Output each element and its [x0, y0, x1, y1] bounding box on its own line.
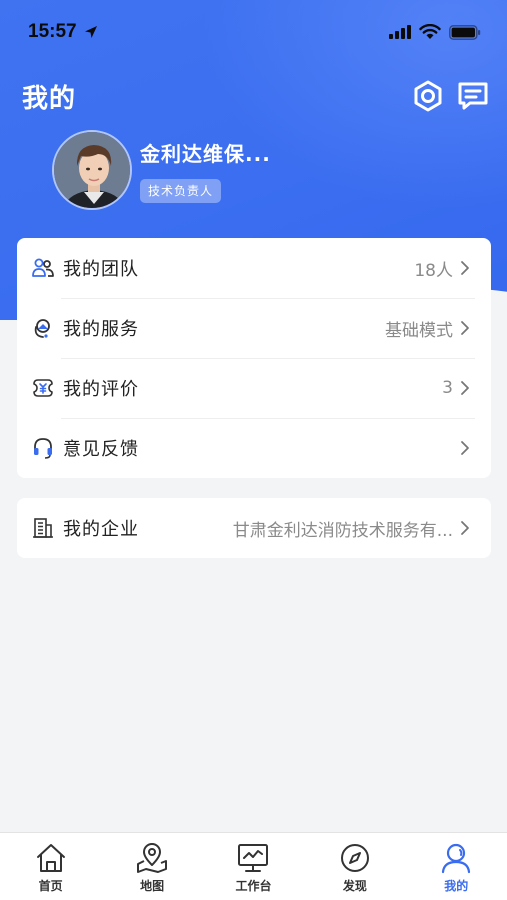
- compass-icon: [340, 844, 369, 872]
- company-name: 甘肃金利达消防技术服务有...: [232, 520, 453, 541]
- chevron-right-icon: [461, 381, 469, 395]
- menu-item-right: [453, 440, 471, 456]
- service-icon: [34, 319, 50, 338]
- tab-map[interactable]: 地图: [112, 841, 192, 894]
- service-mode: 基础模式: [385, 320, 453, 341]
- status-time-text: 15:57: [28, 21, 77, 42]
- tab-label: 工作台: [235, 879, 272, 893]
- page-title: 我的: [22, 84, 77, 114]
- tab-label: 发现: [342, 879, 367, 893]
- building-icon: [33, 518, 53, 538]
- tab-home[interactable]: 首页: [11, 841, 91, 894]
- menu-card: 我的团队 18人 我的服务 基础模式 我的评价 3 意见反馈: [17, 238, 491, 478]
- location-arrow-icon: [84, 26, 97, 38]
- tab-discover[interactable]: 发现: [315, 841, 395, 894]
- headset-icon: [34, 438, 52, 459]
- monitor-icon: [238, 844, 269, 872]
- person-icon: [442, 843, 471, 874]
- map-pin-icon: [137, 843, 168, 873]
- menu-item-rating[interactable]: 我的评价 3: [17, 358, 491, 418]
- team-icon: [32, 258, 54, 277]
- menu-item-right: 基础模式: [385, 316, 471, 341]
- menu-item-label: 意见反馈: [63, 439, 139, 460]
- status-bar: 15:57: [0, 0, 507, 64]
- cellular-signal-icon: [389, 25, 411, 39]
- tab-mine[interactable]: 我的: [416, 841, 496, 894]
- menu-item-label: 我的评价: [63, 379, 139, 400]
- tab-label: 我的: [444, 879, 469, 893]
- company-card: 我的企业 甘肃金利达消防技术服务有...: [17, 498, 491, 558]
- wifi-icon: [419, 24, 441, 39]
- team-count: 18人: [414, 260, 453, 281]
- rating-icon: [33, 379, 53, 397]
- menu-item-label: 我的服务: [63, 319, 139, 340]
- status-time: 15:57: [28, 21, 99, 43]
- role-badge: 技术负责人: [140, 179, 222, 203]
- menu-item-right: 3: [442, 378, 471, 398]
- message-icon[interactable]: [455, 78, 491, 114]
- menu-item-feedback[interactable]: 意见反馈: [17, 418, 491, 478]
- menu-item-right: 18人: [414, 256, 471, 281]
- chevron-right-icon: [461, 441, 469, 455]
- menu-item-company[interactable]: 我的企业 甘肃金利达消防技术服务有...: [17, 498, 491, 558]
- chevron-right-icon: [461, 321, 469, 335]
- chevron-right-icon: [461, 261, 469, 275]
- menu-item-team[interactable]: 我的团队 18人: [17, 238, 491, 298]
- tab-label: 地图: [140, 879, 165, 893]
- bottom-tab-bar: 首页 地图 工作台 发现 我的: [0, 832, 507, 900]
- battery-icon: [449, 24, 481, 40]
- tab-label: 首页: [38, 879, 63, 893]
- tab-workbench[interactable]: 工作台: [213, 841, 293, 894]
- menu-item-service[interactable]: 我的服务 基础模式: [17, 298, 491, 358]
- user-name: 金利达维保...: [140, 142, 271, 166]
- menu-item-label: 我的企业: [63, 519, 139, 540]
- menu-item-label: 我的团队: [63, 259, 139, 280]
- menu-item-right: 甘肃金利达消防技术服务有...: [233, 516, 471, 541]
- settings-hexagon-icon[interactable]: [410, 78, 446, 114]
- home-icon: [36, 844, 65, 872]
- avatar[interactable]: [52, 130, 132, 210]
- chevron-right-icon: [461, 521, 469, 535]
- rating-count: 3: [442, 378, 453, 398]
- status-icons: [389, 24, 481, 40]
